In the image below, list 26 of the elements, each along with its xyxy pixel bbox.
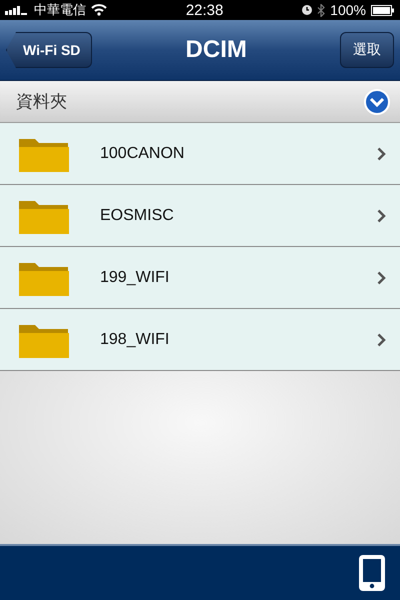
folder-row[interactable]: 198_WIFI [0, 309, 400, 371]
section-title: 資料夾 [16, 91, 67, 113]
folder-row[interactable]: 199_WIFI [0, 247, 400, 309]
chevron-right-icon [377, 332, 386, 346]
select-button[interactable]: 選取 [340, 32, 394, 68]
back-button[interactable]: Wi-Fi SD [6, 32, 92, 68]
alarm-clock-icon [302, 5, 312, 15]
folder-name: 198_WIFI [100, 330, 170, 348]
battery-percent: 100% [330, 2, 366, 18]
chevron-right-icon [377, 146, 386, 160]
page-title: DCIM [186, 36, 247, 64]
carrier-name: 中華電信 [34, 2, 86, 19]
signal-icon [5, 5, 29, 15]
clock-time: 22:38 [186, 2, 224, 18]
folder-name: EOSMISC [100, 206, 175, 224]
bluetooth-icon [317, 4, 326, 16]
chevron-right-icon [377, 208, 386, 222]
folder-name: 100CANON [100, 144, 186, 162]
folder-row[interactable]: EOSMISC [0, 185, 400, 247]
chevron-right-icon [377, 270, 386, 284]
wifi-icon [91, 4, 107, 16]
chevron-down-icon[interactable] [364, 88, 390, 114]
folder-name: 199_WIFI [100, 268, 170, 286]
folder-row[interactable]: 100CANON [0, 123, 400, 185]
battery-icon [370, 4, 395, 16]
phone-icon[interactable] [358, 554, 386, 592]
